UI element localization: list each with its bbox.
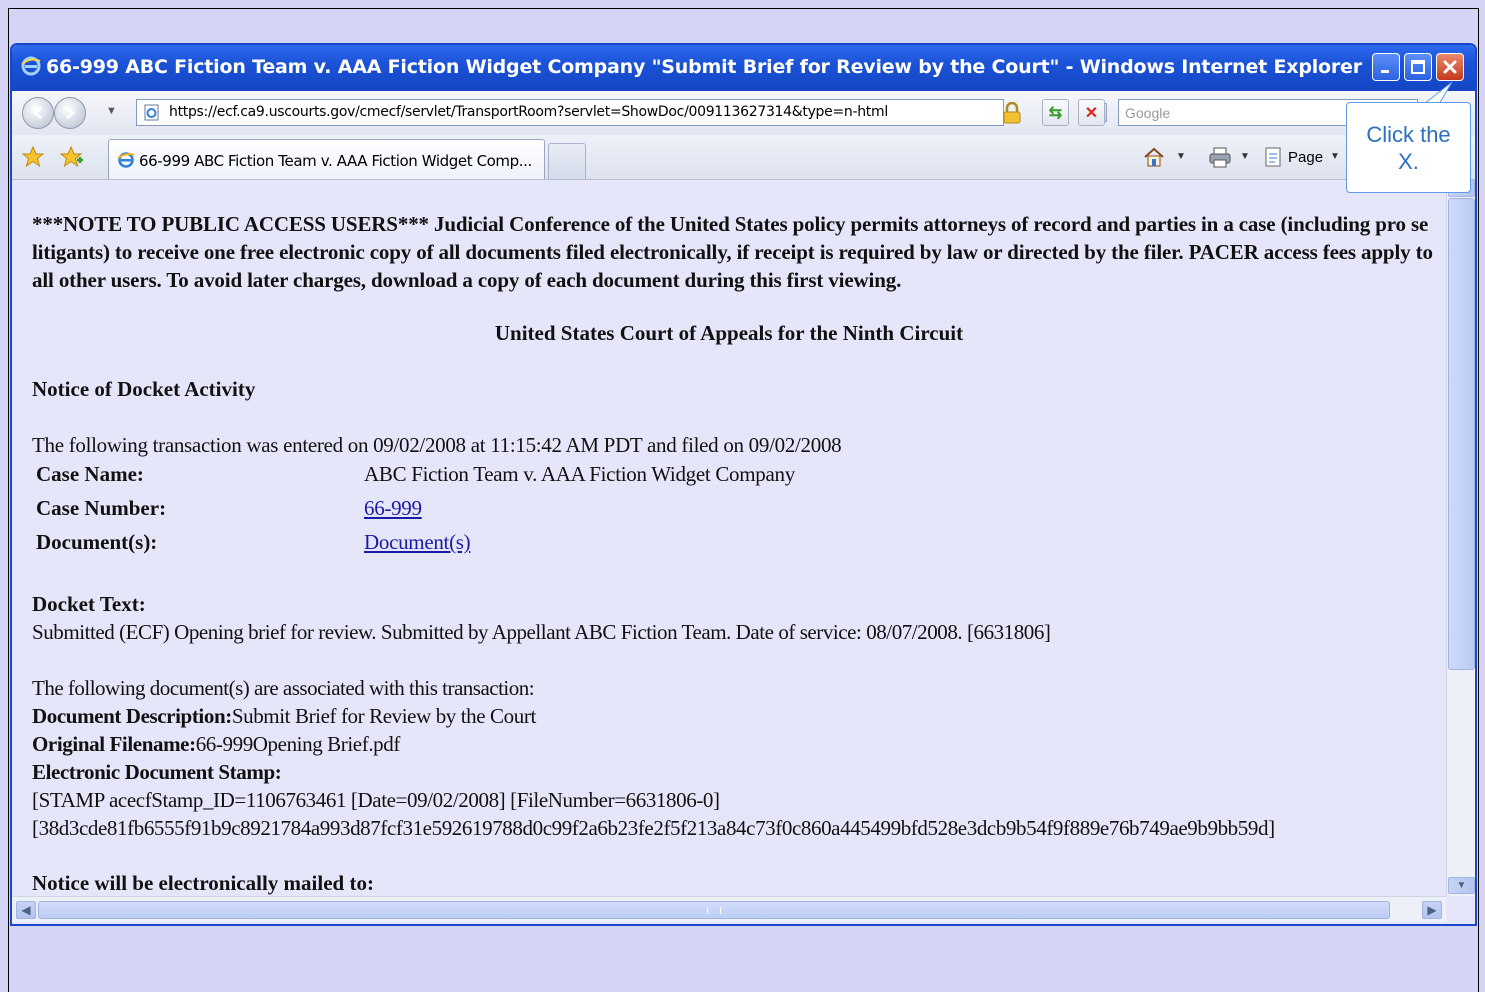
stop-button[interactable]: ✕ [1078, 99, 1105, 126]
favorites-star-icon[interactable] [22, 146, 44, 168]
minimize-button[interactable] [1372, 53, 1400, 81]
close-button[interactable] [1436, 53, 1464, 81]
docket-text: Submitted (ECF) Opening brief for review… [32, 620, 1051, 644]
tab-bar: 66-999 ABC Fiction Team v. AAA Fiction W… [12, 135, 1475, 180]
add-favorites-icon[interactable] [60, 145, 84, 169]
back-button[interactable] [22, 97, 54, 129]
back-arrow-icon [32, 106, 42, 120]
page-icon [144, 104, 159, 121]
ie-page-icon [117, 152, 135, 168]
home-icon[interactable] [1142, 145, 1166, 169]
vertical-scrollbar[interactable]: ▲ ▼ [1446, 180, 1475, 896]
mailed-to-label: Notice will be electronically mailed to: [32, 871, 374, 895]
refresh-button[interactable]: ⇆ [1042, 99, 1069, 126]
lock-icon[interactable] [1002, 102, 1022, 124]
case-number-label: Case Number: [36, 496, 167, 520]
original-filename-value: 66-999Opening Brief.pdf [195, 732, 401, 756]
case-name-label: Case Name: [36, 462, 144, 486]
print-dropdown-icon[interactable]: ▼ [1240, 151, 1250, 162]
document-description: Document Description:Submit Brief for Re… [32, 704, 536, 729]
stamp-label: Electronic Document Stamp: [32, 760, 282, 784]
slide-frame-right [1478, 8, 1479, 992]
page-dropdown-icon[interactable]: ▼ [1330, 151, 1340, 162]
scroll-grip-icon [707, 907, 721, 914]
page-content: ***NOTE TO PUBLIC ACCESS USERS*** Judici… [12, 180, 1446, 896]
document-description-value: Submit Brief for Review by the Court [231, 704, 536, 728]
case-name-value: ABC Fiction Team v. AAA Fiction Widget C… [364, 462, 795, 486]
print-icon[interactable] [1208, 146, 1232, 168]
stamp-line-2: [38d3cde81fb6555f91b9c8921784a993d87fcf3… [32, 816, 1275, 840]
vertical-scroll-thumb[interactable] [1448, 198, 1475, 670]
refresh-icon: ⇆ [1048, 104, 1063, 122]
maximize-button[interactable] [1404, 53, 1432, 81]
document-description-label: Document Description: [32, 704, 232, 728]
court-title: United States Court of Appeals for the N… [494, 321, 964, 345]
slide-frame-left [8, 8, 9, 992]
address-url: https://ecf.ca9.uscourts.gov/cmecf/servl… [169, 104, 888, 120]
tab-label: 66-999 ABC Fiction Team v. AAA Fiction W… [139, 152, 532, 170]
scroll-down-button[interactable]: ▼ [1448, 877, 1475, 894]
instruction-callout: Click the X. [1346, 102, 1471, 193]
callout-text-line-2: X. [1398, 149, 1419, 174]
transaction-line: The following transaction was entered on… [32, 433, 842, 457]
browser-window: 66-999 ABC Fiction Team v. AAA Fiction W… [10, 43, 1477, 926]
scroll-right-button[interactable]: ▶ [1422, 901, 1442, 919]
recent-pages-dropdown-icon[interactable]: ▼ [106, 105, 117, 117]
docket-text-label: Docket Text: [32, 592, 146, 616]
horizontal-scrollbar[interactable]: ◀ ▶ [12, 896, 1446, 922]
documents-label: Document(s): [36, 530, 158, 554]
original-filename: Original Filename:66-999Opening Brief.pd… [32, 732, 400, 757]
page-menu-icon[interactable] [1264, 146, 1284, 168]
original-filename-label: Original Filename: [32, 732, 196, 756]
page-menu-label[interactable]: Page [1288, 149, 1323, 166]
horizontal-scroll-thumb[interactable] [38, 901, 1390, 919]
stamp-line-1: [STAMP acecfStamp_ID=1106763461 [Date=09… [32, 788, 720, 812]
close-icon [1443, 60, 1457, 74]
forward-button[interactable] [54, 97, 86, 129]
associated-docs-line: The following document(s) are associated… [32, 676, 535, 700]
title-bar[interactable]: 66-999 ABC Fiction Team v. AAA Fiction W… [12, 45, 1475, 91]
maximize-icon [1411, 60, 1425, 74]
public-access-notice: ***NOTE TO PUBLIC ACCESS USERS*** Judici… [32, 212, 1433, 292]
new-tab-button[interactable] [548, 143, 586, 179]
window-title: 66-999 ABC Fiction Team v. AAA Fiction W… [46, 56, 1362, 78]
case-number-link[interactable]: 66-999 [364, 496, 422, 521]
electronic-stamp-label: Electronic Document Stamp: [32, 760, 282, 785]
forward-arrow-icon [66, 106, 76, 120]
search-placeholder: Google [1125, 105, 1171, 121]
ie-logo-icon [21, 56, 41, 76]
notice-heading: Notice of Docket Activity [32, 377, 256, 401]
tab-current[interactable]: 66-999 ABC Fiction Team v. AAA Fiction W… [108, 139, 545, 179]
navigation-bar: ▼ https://ecf.ca9.uscourts.gov/cmecf/ser… [12, 91, 1475, 136]
stop-icon: ✕ [1084, 104, 1099, 122]
scroll-left-button[interactable]: ◀ [16, 901, 36, 919]
slide-frame-top [8, 8, 1479, 9]
home-dropdown-icon[interactable]: ▼ [1176, 151, 1186, 162]
address-bar[interactable]: https://ecf.ca9.uscourts.gov/cmecf/servl… [136, 99, 1107, 126]
minimize-icon [1381, 70, 1389, 73]
callout-text-line-1: Click the [1366, 122, 1451, 147]
documents-link[interactable]: Document(s) [364, 530, 471, 555]
